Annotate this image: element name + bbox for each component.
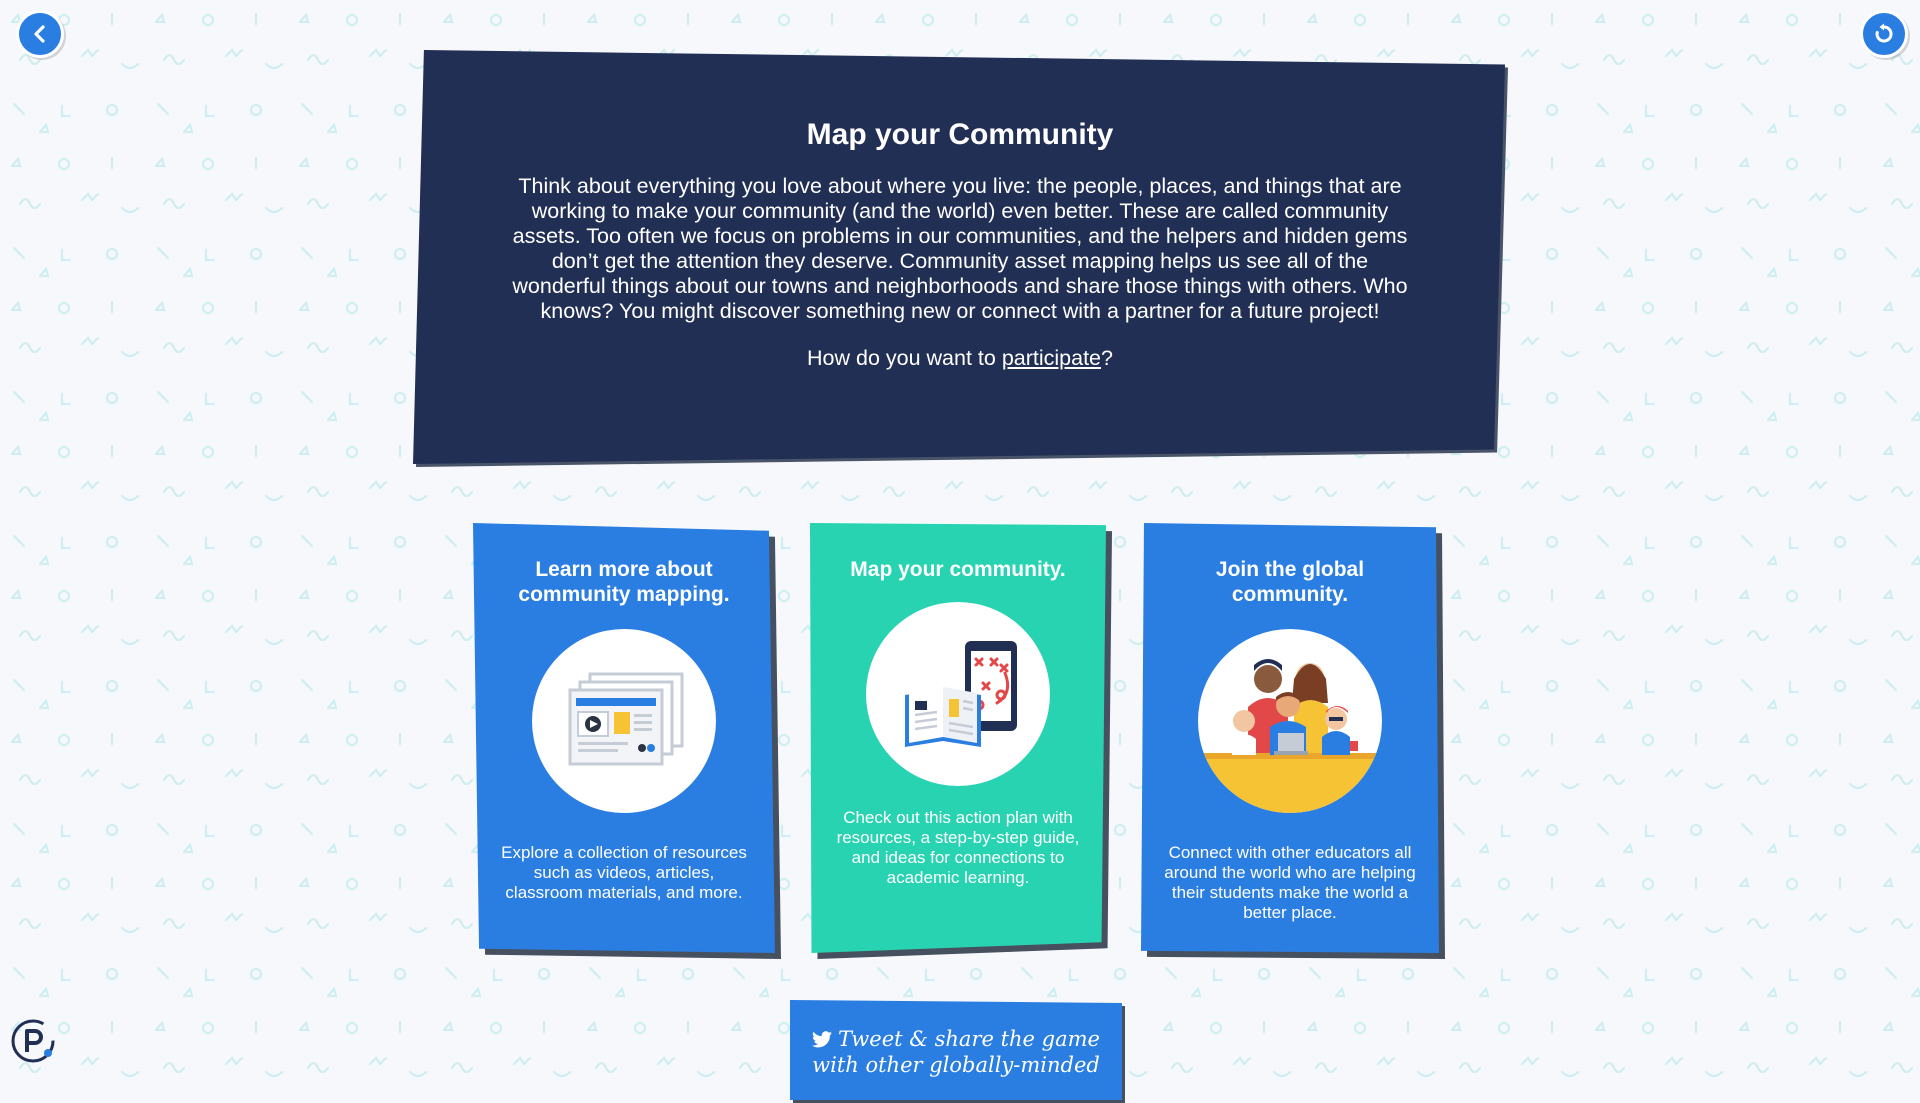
tweet-label: Tweet & share the game with other global…: [812, 1027, 1100, 1077]
card-icon-circle: [1198, 629, 1382, 813]
restart-icon: [1875, 23, 1893, 43]
back-button[interactable]: [16, 10, 64, 58]
resources-collection-icon: [568, 672, 684, 766]
card-title: Join the global community.: [1215, 558, 1365, 606]
header-panel-content: Map your Community Think about everythin…: [508, 112, 1412, 371]
card-face[interactable]: Map your community. Check out this actio…: [810, 523, 1106, 953]
question-prefix: How do you want to: [807, 346, 1002, 370]
page-title: Map your Community: [806, 118, 1114, 151]
tweet-share-wrapper[interactable]: Tweet & share the game with other global…: [790, 1000, 1125, 1103]
participate-link[interactable]: participate: [1002, 346, 1101, 370]
card-description: Explore a collection of resources such a…: [501, 843, 747, 902]
action-plan-icon: [905, 641, 1017, 747]
tweet-share-button[interactable]: Tweet & share the game with other global…: [790, 1000, 1122, 1100]
card-description: Connect with other educators all around …: [1164, 843, 1416, 922]
restart-button[interactable]: [1860, 10, 1908, 58]
card-icon-circle: [532, 629, 716, 813]
card-description: Check out this action plan with resource…: [836, 808, 1080, 887]
global-community-icon: [1198, 659, 1382, 813]
card-map-community[interactable]: Map your community. Check out this actio…: [810, 523, 1112, 959]
participate-question: How do you want to participate?: [508, 346, 1412, 371]
chevron-left-icon: [34, 25, 45, 43]
card-face[interactable]: Join the global community. Connect with …: [1141, 523, 1439, 953]
card-title: Learn more about community mapping.: [518, 558, 730, 606]
card-face[interactable]: Learn more about community mapping. Expl…: [473, 523, 775, 953]
card-join-global[interactable]: Join the global community. Connect with …: [1141, 523, 1445, 959]
card-icon-circle: [866, 602, 1050, 786]
twitter-icon: [812, 1031, 833, 1048]
question-suffix: ?: [1101, 346, 1113, 370]
intro-text: Think about everything you love about wh…: [512, 174, 1408, 323]
card-title: Map your community.: [850, 558, 1066, 581]
p-logo-icon[interactable]: [10, 1018, 56, 1064]
card-learn-more[interactable]: Learn more about community mapping. Expl…: [473, 523, 781, 959]
